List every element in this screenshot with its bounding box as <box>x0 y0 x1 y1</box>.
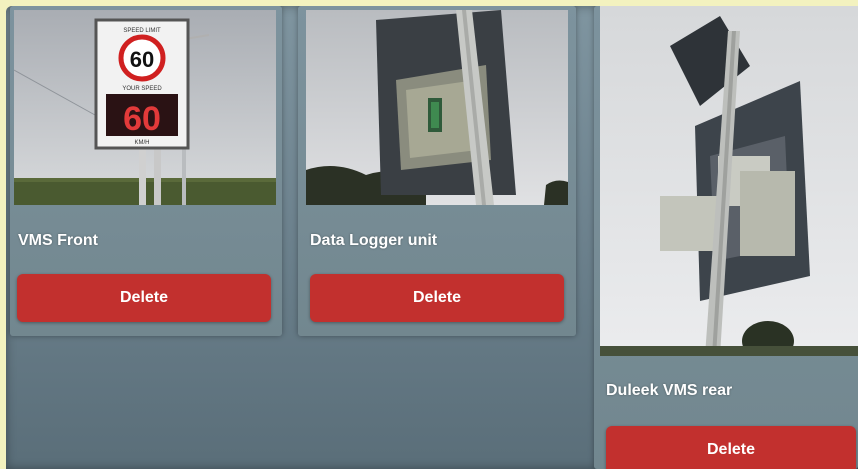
sign-display-speed: 60 <box>123 100 161 138</box>
sign-speed-limit: 60 <box>130 47 154 72</box>
photo-card-vms-front: 60 SPEED LIMIT YOUR SPEED 60 KM/H VMS Fr… <box>10 6 282 336</box>
photo-title: Data Logger unit <box>310 232 438 249</box>
delete-button[interactable]: Delete <box>310 274 564 322</box>
photo-title: Duleek VMS rear <box>606 382 733 399</box>
photo-card-duleek-vms-rear: Duleek VMS rear Delete <box>594 6 858 469</box>
photo-gallery-panel: 60 SPEED LIMIT YOUR SPEED 60 KM/H VMS Fr… <box>6 6 858 469</box>
photo-duleek-vms-rear[interactable] <box>600 6 858 356</box>
sign-bottom-text: KM/H <box>135 140 150 146</box>
sign-your-speed-label: YOUR SPEED <box>122 86 162 92</box>
delete-button[interactable]: Delete <box>17 274 271 322</box>
photo-data-logger[interactable] <box>306 10 568 205</box>
photo-title: VMS Front <box>18 232 98 249</box>
photo-vms-front[interactable]: 60 SPEED LIMIT YOUR SPEED 60 KM/H <box>14 10 276 205</box>
sign-top-text: SPEED LIMIT <box>123 28 161 34</box>
photo-card-data-logger: Data Logger unit Delete <box>298 6 576 336</box>
delete-button[interactable]: Delete <box>606 426 856 469</box>
